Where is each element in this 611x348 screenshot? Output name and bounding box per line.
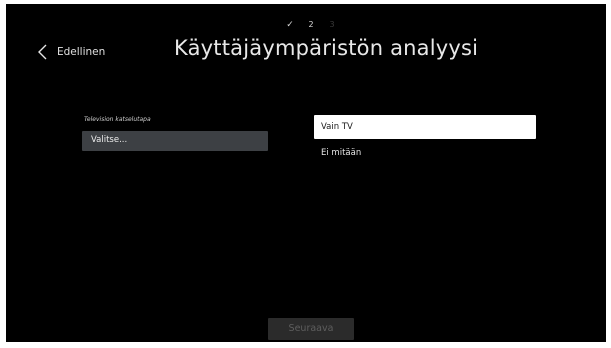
chevron-left-icon [38,44,47,60]
next-button[interactable]: Seuraava [268,318,354,340]
step-2-current: 2 [308,20,314,29]
option-list: Vain TV Ei mitään [314,115,536,165]
step-1-checkmark: ✓ [286,20,294,30]
tv-setup-screen: ✓ 2 3 Edellinen Käyttäjäympäristön analy… [6,4,606,342]
back-label: Edellinen [57,46,106,58]
select-value: Valitse... [91,135,128,145]
option-ei-mitaan[interactable]: Ei mitään [314,141,536,165]
back-button[interactable]: Edellinen [38,41,105,63]
page-title: Käyttäjäympäristön analyysi [174,36,479,60]
option-vain-tv[interactable]: Vain TV [314,115,536,139]
step-indicator: ✓ 2 3 [6,19,606,33]
viewing-method-select[interactable]: Valitse... [82,131,268,151]
viewing-method-label: Television katselutapa [84,116,151,123]
step-3-upcoming: 3 [329,20,335,29]
